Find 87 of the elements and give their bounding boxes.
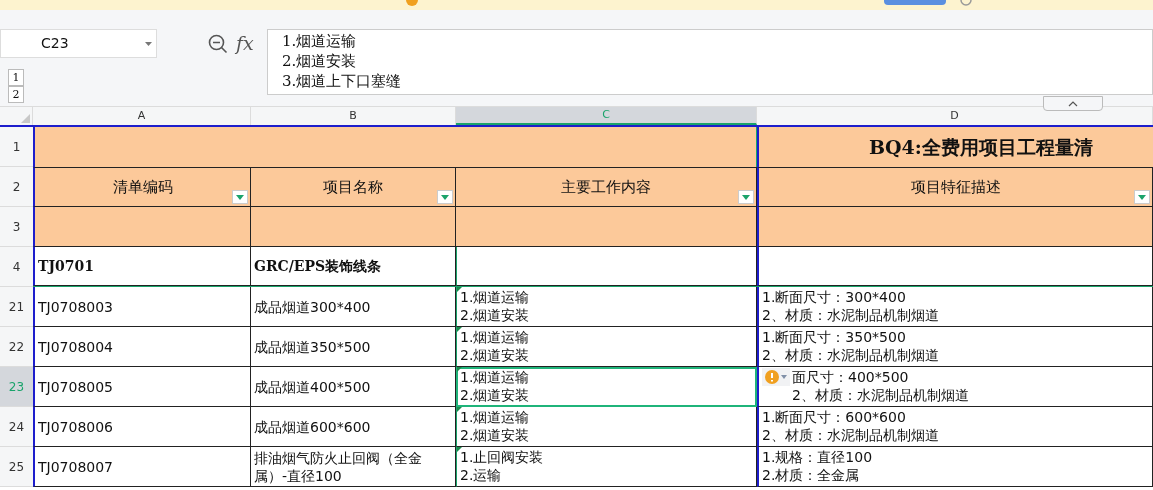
filter-dropdown-button[interactable] [1134, 190, 1150, 204]
table-cell[interactable]: 排油烟气防火止回阀（全金属）-直径100 [251, 447, 456, 487]
cell-text: 成品烟道400*500 [254, 377, 371, 396]
cell-text: 1.规格：直径100 2.材质：全金属 [762, 448, 873, 484]
table-cell[interactable]: TJ0708006 [33, 407, 251, 447]
merged-cell[interactable] [33, 127, 757, 167]
table-cell[interactable]: GRC/EPS装饰线条 [251, 247, 456, 286]
table-cell[interactable]: 1.规格：直径100 2.材质：全金属 [757, 447, 1153, 487]
cell-text: TJ0708005 [38, 377, 114, 396]
outline-level-button[interactable]: 2 [8, 86, 24, 103]
cell-text: 1.烟道运输 2.烟道安装 [460, 368, 530, 404]
column-header[interactable]: D [757, 107, 1153, 125]
cell-text: 面尺寸：400*500 2、材质：水泥制品机制烟道 [792, 368, 969, 404]
filter-dropdown-button[interactable] [232, 190, 248, 204]
outline-level-button[interactable]: 1 [8, 69, 24, 86]
row-header[interactable]: 2 [0, 167, 33, 207]
table-cell[interactable]: TJ0701 [33, 247, 251, 286]
table-cell[interactable]: TJ0708007 [33, 447, 251, 487]
dropdown-triangle-icon [1138, 194, 1146, 200]
fx-icon[interactable]: fx [236, 29, 254, 58]
corner-marker-icon [457, 447, 462, 452]
row-header[interactable]: 21 [0, 287, 33, 327]
column-heading[interactable]: 清单编码 [33, 167, 251, 207]
table-cell[interactable]: 1.断面尺寸：600*600 2、材质：水泥制品机制烟道 [757, 407, 1153, 447]
error-indicator-icon[interactable] [762, 368, 790, 386]
corner-marker-icon [457, 407, 462, 412]
dropdown-triangle-icon [742, 194, 750, 200]
cell-text: 1.断面尺寸：350*500 2、材质：水泥制品机制烟道 [762, 328, 939, 364]
row-header[interactable]: 22 [0, 327, 33, 367]
row-header[interactable]: 24 [0, 407, 33, 447]
cell-text: 1.断面尺寸：300*400 2、材质：水泥制品机制烟道 [762, 288, 939, 324]
cell-text: 1.烟道运输 2.烟道安装 [460, 328, 530, 364]
corner-triangle-icon [21, 114, 30, 123]
column-header[interactable]: A [33, 107, 251, 125]
table-cell[interactable]: 成品烟道300*400 [251, 287, 456, 327]
cell-text: TJ0708007 [38, 457, 114, 476]
sheet-title[interactable]: BQ4:全费用项目工程量清 [757, 127, 1153, 167]
table-cell[interactable]: TJ0708003 [33, 287, 251, 327]
cell-text: 成品烟道300*400 [254, 297, 371, 316]
filter-dropdown-button[interactable] [437, 190, 453, 204]
table-cell[interactable]: 1.烟道运输 2.烟道安装 [456, 287, 757, 327]
cell-text: 排油烟气防火止回阀（全金属）-直径100 [254, 448, 423, 485]
collapse-button[interactable] [1043, 96, 1103, 111]
table-cell[interactable]: 1.烟道运输 2.烟道安装 [456, 327, 757, 367]
row-header[interactable]: 4 [0, 247, 33, 287]
table-cell[interactable] [456, 247, 757, 286]
cell-text: TJ0708006 [38, 417, 114, 436]
table-cell[interactable]: TJ0708005 [33, 367, 251, 407]
table-cell[interactable]: 成品烟道400*500 [251, 367, 456, 407]
row-header[interactable]: 25 [0, 447, 33, 487]
corner-marker-icon [457, 327, 462, 332]
column-heading[interactable]: 项目名称 [251, 167, 456, 207]
cell-text: 成品烟道350*500 [254, 337, 371, 356]
table-cell[interactable]: 1.断面尺寸：300*400 2、材质：水泥制品机制烟道 [757, 287, 1153, 327]
cell-text: 1.烟道运输 2.烟道安装 [460, 288, 530, 324]
cell-text: TJ0701 [38, 257, 94, 275]
zoom-icon[interactable] [208, 33, 228, 54]
column-header[interactable]: B [251, 107, 456, 125]
table-cell[interactable]: 1.断面尺寸：350*500 2、材质：水泥制品机制烟道 [757, 327, 1153, 367]
cell-text: 成品烟道600*600 [254, 417, 371, 436]
name-box[interactable]: C23 [0, 29, 157, 58]
table-cell[interactable] [757, 247, 1153, 286]
cell-text: 1.烟道运输 2.烟道安装 [460, 408, 530, 444]
row-header[interactable]: 1 [0, 127, 33, 167]
table-cell[interactable]: 1.止回阀安装 2.运输 [456, 447, 757, 487]
corner-marker-icon [457, 287, 462, 292]
dropdown-triangle-icon [441, 194, 449, 200]
corner-marker-icon [457, 367, 462, 372]
column-heading[interactable]: 主要工作内容 [456, 167, 757, 207]
formula-field[interactable]: 1.烟道运输 2.烟道安装 3.烟道上下口塞缝 [267, 29, 1153, 95]
cell-text: 1.止回阀安装 2.运输 [460, 448, 544, 484]
cell-text: TJ0708004 [38, 337, 114, 356]
dropdown-triangle-icon [236, 194, 244, 200]
cell-text: GRC/EPS装饰线条 [254, 257, 382, 275]
chevron-up-icon [1068, 100, 1078, 107]
cell-text: TJ0708003 [38, 297, 114, 316]
table-cell[interactable]: 成品烟道600*600 [251, 407, 456, 447]
dropdown-caret-icon [145, 41, 152, 46]
table-cell[interactable]: 成品烟道350*500 [251, 327, 456, 367]
column-heading[interactable]: 项目特征描述 [757, 167, 1153, 207]
table-cell[interactable]: TJ0708004 [33, 327, 251, 367]
cell-text: 1.断面尺寸：600*600 2、材质：水泥制品机制烟道 [762, 408, 939, 444]
table-cell[interactable]: 1.烟道运输 2.烟道安装 [456, 367, 757, 407]
table-cell[interactable]: 面尺寸：400*500 2、材质：水泥制品机制烟道 [757, 367, 1153, 407]
row-header[interactable]: 3 [0, 207, 33, 247]
filter-dropdown-button[interactable] [738, 190, 754, 204]
table-cell[interactable]: 1.烟道运输 2.烟道安装 [456, 407, 757, 447]
